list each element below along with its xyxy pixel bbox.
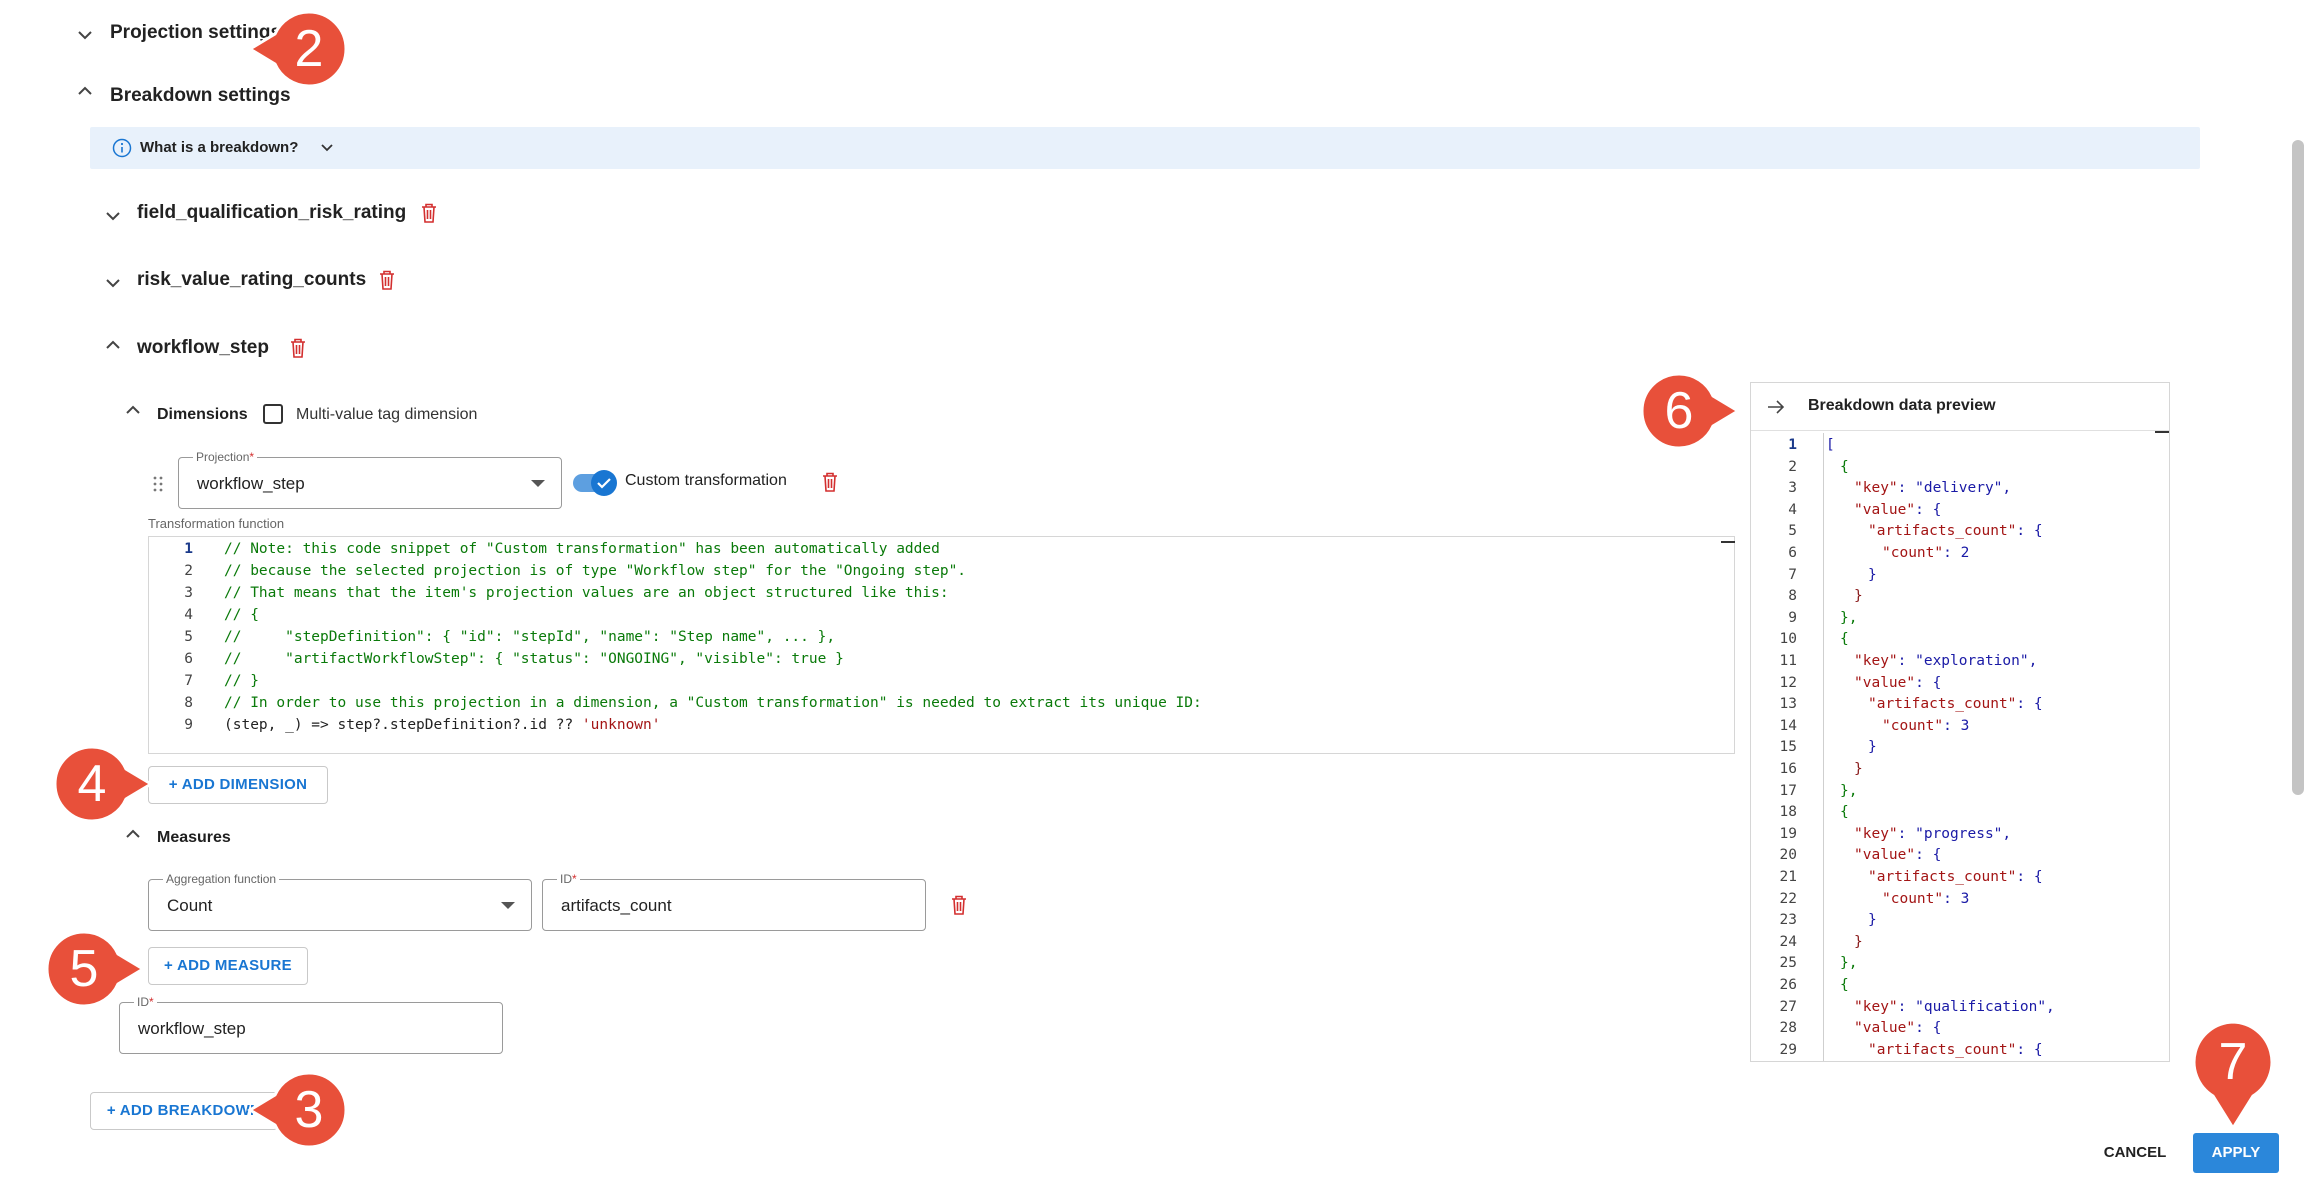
multi-value-checkbox[interactable] [263, 404, 283, 424]
measures-title: Measures [157, 829, 231, 846]
breakdown-data-preview: Breakdown data preview 1[2{3 "key": "deli… [1750, 382, 2170, 1062]
callout-marker: 2 [247, 6, 372, 92]
delete-icon[interactable] [948, 893, 970, 917]
multi-value-label: Multi-value tag dimension [296, 406, 478, 423]
callout-marker: 4 [49, 741, 155, 827]
breakdown-id-input[interactable]: ID* workflow_step [119, 994, 503, 1054]
code-editor[interactable]: 1// Note: this code snippet of "Custom t… [148, 536, 1735, 754]
arrow-right-icon[interactable] [1765, 396, 1787, 418]
info-icon [112, 138, 132, 158]
aggregation-function-select[interactable]: Aggregation function Count [148, 871, 532, 931]
projection-label: Projection* [193, 449, 258, 465]
callout-marker: 5 [41, 926, 147, 1012]
delete-icon[interactable] [819, 470, 841, 494]
chevron-up-icon[interactable] [122, 399, 144, 421]
callout-number: 5 [69, 940, 99, 998]
toggle-knob [591, 470, 617, 496]
drag-handle-icon[interactable] [152, 474, 164, 494]
chevron-up-icon[interactable] [102, 334, 124, 356]
projection-settings-title[interactable]: Projection settings [110, 22, 281, 44]
dimensions-title: Dimensions [157, 406, 248, 423]
callout-marker: 7 [2190, 1020, 2276, 1131]
transformation-function-label: Transformation function [148, 516, 285, 531]
cancel-button[interactable]: CANCEL [2095, 1133, 2175, 1173]
callout-number: 2 [294, 20, 324, 78]
measure-id-input[interactable]: ID* artifacts_count [542, 871, 926, 931]
chevron-up-icon[interactable] [74, 80, 96, 102]
aggregation-label: Aggregation function [163, 871, 280, 887]
callout-number: 4 [77, 755, 107, 813]
dropdown-caret-icon [531, 480, 545, 487]
apply-button[interactable]: APPLY [2193, 1133, 2279, 1173]
custom-transformation-toggle[interactable] [573, 470, 617, 496]
breakdown-name[interactable]: field_qualification_risk_rating [137, 202, 406, 224]
add-measure-button[interactable]: + ADD MEASURE [148, 947, 308, 985]
breakdown-name[interactable]: workflow_step [137, 337, 269, 359]
delete-icon[interactable] [287, 336, 309, 360]
measure-id-label: ID* [557, 871, 580, 887]
chevron-down-icon[interactable] [102, 205, 124, 227]
delete-icon[interactable] [376, 268, 398, 292]
info-label: What is a breakdown? [140, 139, 299, 156]
callout-marker: 6 [1636, 368, 1742, 454]
breakdown-info-bar[interactable]: What is a breakdown? [90, 127, 2200, 169]
breakdown-name[interactable]: risk_value_rating_counts [137, 269, 366, 291]
preview-header: Breakdown data preview [1751, 383, 2169, 431]
projection-value: workflow_step [197, 474, 305, 493]
chevron-down-icon [318, 138, 336, 156]
editor-scroll-marker [1721, 541, 1735, 543]
chevron-down-icon[interactable] [102, 272, 124, 294]
callout-number: 3 [294, 1081, 324, 1139]
aggregation-value: Count [167, 896, 213, 915]
chevron-down-icon[interactable] [74, 24, 96, 46]
preview-json: 1[2{3 "key": "delivery", 4 "value": {5 "arti… [1751, 433, 2169, 1061]
delete-icon[interactable] [418, 201, 440, 225]
callout-marker: 3 [247, 1067, 372, 1153]
callout-number: 7 [2218, 1033, 2248, 1091]
callout-number: 6 [1664, 382, 1694, 440]
breakdown-settings-title[interactable]: Breakdown settings [110, 85, 291, 107]
projection-select[interactable]: Projection* workflow_step [178, 449, 562, 509]
dropdown-caret-icon [501, 902, 515, 909]
page-scrollbar[interactable] [2292, 140, 2304, 795]
gutter-separator [1823, 433, 1824, 1061]
measure-id-value: artifacts_count [561, 896, 672, 915]
custom-transformation-label: Custom transformation [625, 472, 787, 489]
preview-title: Breakdown data preview [1808, 397, 1996, 414]
breakdown-id-value: workflow_step [138, 1019, 246, 1038]
add-dimension-button[interactable]: + ADD DIMENSION [148, 766, 328, 804]
